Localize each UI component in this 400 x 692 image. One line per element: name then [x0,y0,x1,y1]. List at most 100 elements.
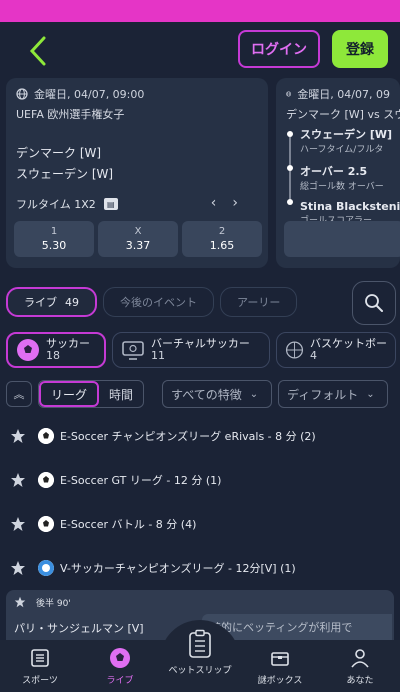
star-icon[interactable] [10,516,26,532]
sport-virtual-soccer[interactable]: バーチャルサッカー 11 [112,332,270,368]
soccer-ball-icon [110,647,130,668]
user-icon [351,648,369,668]
nav-label: 謎ボックス [257,675,303,686]
star-icon[interactable] [10,428,26,444]
double-chevron-up-icon: ︽ [13,388,25,401]
header: ログイン 登録 [0,22,400,78]
odds-button[interactable]: X 3.37 [98,221,178,257]
league-row[interactable]: E-Soccer チャンピオンズリーグ eRivals - 8 分 (2) [0,414,400,458]
features-dropdown[interactable]: すべての特徴 ⌄ [162,380,273,408]
dropdown-label: すべての特徴 [171,387,242,402]
selection-name: オーバー 2.5 [300,165,368,178]
league-row[interactable]: E-Soccer バトル - 8 分 (4) [0,502,400,546]
nav-betslip[interactable]: ベットスリップ [160,626,240,678]
dropdown-label: ディフォルト [287,387,359,402]
home-team: パリ・サンジェルマン [V] [14,622,144,635]
filter-label: アーリー [237,296,281,309]
sport-soccer[interactable]: サッカー 18 [6,332,106,368]
sport-count: 18 [46,349,60,362]
league-logo-icon [38,560,54,576]
chevron-down-icon: ⌄ [366,388,375,400]
search-button[interactable] [352,281,396,325]
filter-early[interactable]: アーリー [220,287,298,317]
nav-label: あなた [346,675,374,686]
league-name: V-サッカーチャンピオンズリーグ - 12分[V] (1) [60,562,296,575]
competition-name: UEFA 欧州選手権女子 [16,108,125,121]
group-by-time[interactable]: 時間 [99,381,143,407]
event-filters: ライブ 49 今後のイベント アーリー [6,287,298,317]
group-by-league[interactable]: リーグ [39,381,100,407]
betslip-clipboard-icon [189,629,211,658]
star-icon[interactable] [10,472,26,488]
match-period: 後半 90' [36,599,71,609]
sport-name: バーチャルサッカー [151,336,250,350]
selection-name: スウェーデン [W] [300,128,393,141]
sport-count: 11 [151,349,165,362]
timeline-icon [287,131,293,205]
nav-account[interactable]: あなた [320,640,400,692]
filter-live[interactable]: ライブ 49 [6,287,97,317]
sport-selector: サッカー 18 バーチャルサッカー 11 バスケットボー 4 [6,332,396,368]
odds-label: 1 [50,226,58,237]
sport-basketball[interactable]: バスケットボー 4 [276,332,396,368]
globe-icon [286,91,292,97]
match-datetime: 金曜日, 04/07, 09:00 [34,88,145,101]
odds-value: 1.65 [209,239,235,252]
soccer-ball-icon [17,339,39,361]
nav-sports[interactable]: スポーツ [0,640,80,692]
group-toggle: リーグ 時間 [38,380,145,408]
odds-value: 3.37 [125,239,151,252]
league-logo-icon [38,516,54,532]
search-icon [365,294,383,312]
nav-label: ライブ [106,675,134,686]
odds-button[interactable]: 1 5.30 [14,221,94,257]
filter-count: 49 [65,295,79,309]
away-team: スウェーデン [W] [16,167,114,181]
sport-name: バスケットボー [310,336,387,350]
nav-mystery-box[interactable]: 謎ボックス [240,640,320,692]
star-icon[interactable] [14,596,26,608]
featured-betbuilder-card[interactable]: 金曜日, 04/07, 09 デンマーク [W] vs スウ スウェーデン [W… [276,78,400,268]
filter-upcoming[interactable]: 今後のイベント [103,287,214,317]
nav-live[interactable]: ライブ [80,640,160,692]
match-title: デンマーク [W] vs スウ [286,108,400,121]
league-name: E-Soccer GT リーグ - 12 分 (1) [60,474,222,487]
odds-label: X [134,226,142,237]
star-icon[interactable] [10,560,26,576]
league-row[interactable]: E-Soccer GT リーグ - 12 分 (1) [0,458,400,502]
odds-button[interactable]: 2 1.65 [182,221,262,257]
nav-label: ベットスリップ [168,665,232,676]
login-button[interactable]: ログイン [238,30,320,68]
odds-label: 2 [218,226,226,237]
league-name: E-Soccer チャンピオンズリーグ eRivals - 8 分 (2) [60,430,316,443]
globe-icon [16,88,28,100]
basketball-icon [285,341,304,359]
sport-count: 4 [310,349,317,362]
view-controls: ︽ リーグ 時間 すべての特徴 ⌄ ディフォルト ⌄ [6,380,389,408]
league-row[interactable]: V-サッカーチャンピオンズリーグ - 12分[V] (1) [0,546,400,590]
sort-dropdown[interactable]: ディフォルト ⌄ [278,380,389,408]
odds-value: 5.30 [41,239,67,252]
market-name: フルタイム 1X2 [16,198,96,211]
league-logo-icon [38,428,54,444]
chevron-down-icon: ⌄ [249,388,259,400]
collapse-all-button[interactable]: ︽ [6,381,32,407]
nav-label: スポーツ [22,675,58,686]
virtual-screen-icon [122,341,144,360]
filter-label: 今後のイベント [120,296,197,309]
next-market-icon[interactable]: › [232,195,254,211]
match-datetime: 金曜日, 04/07, 09 [297,88,390,101]
prev-market-icon[interactable]: ‹ [211,195,233,211]
mystery-box-icon [271,651,289,666]
filter-label: ライブ [24,296,57,309]
status-bar [0,0,400,22]
betbuilder-add-button[interactable] [284,221,400,257]
sport-name: サッカー [46,336,90,350]
stats-icon[interactable]: ▤ [103,198,118,210]
back-arrow-icon[interactable] [24,34,54,68]
league-name: E-Soccer バトル - 8 分 (4) [60,518,197,531]
register-button[interactable]: 登録 [332,30,388,68]
list-icon [31,648,49,667]
selection-name: Stina Blackstenius [300,200,400,213]
featured-match-card[interactable]: 金曜日, 04/07, 09:00 UEFA 欧州選手権女子 デンマーク [W]… [6,78,268,268]
